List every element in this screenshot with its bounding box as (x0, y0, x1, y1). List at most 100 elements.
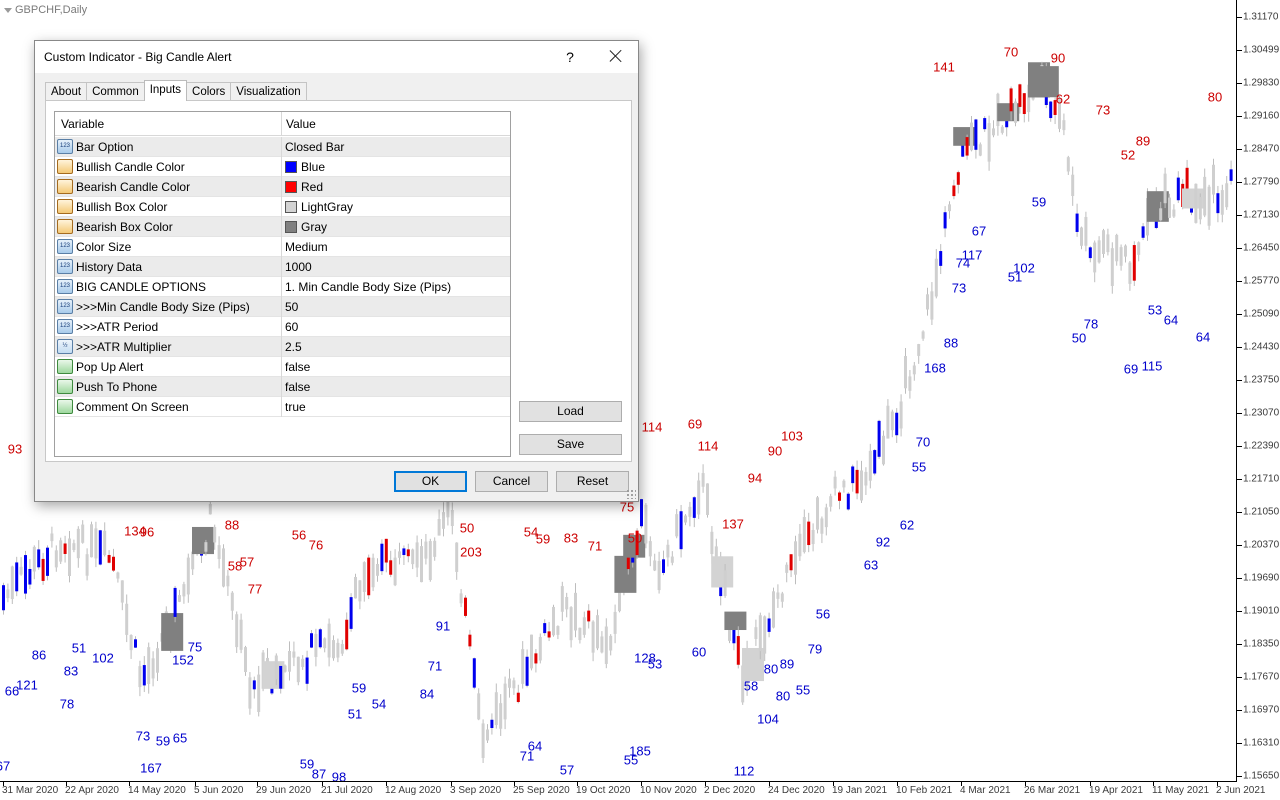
close-icon[interactable] (607, 47, 625, 65)
param-row[interactable]: Bearish Candle Color Red (55, 177, 510, 197)
param-row[interactable]: Push To Phone false (55, 377, 510, 397)
bullish-big-candle (98, 530, 102, 565)
bearish-pip-label: 70 (1003, 44, 1019, 60)
candle (1168, 197, 1171, 218)
param-value-text: LightGray (301, 200, 354, 214)
param-value[interactable]: 1. Min Candle Body Size (Pips) (285, 280, 451, 294)
param-value[interactable]: 50 (285, 300, 298, 314)
bearish-pip-label: 94 (747, 470, 763, 486)
candle (85, 554, 89, 576)
param-value[interactable]: true (285, 400, 306, 414)
bullish-pip-label: 51 (347, 706, 363, 722)
candle (213, 526, 217, 543)
date-tick-label: 12 Aug 2020 (385, 785, 442, 796)
tab-common[interactable]: Common (86, 82, 145, 101)
candle (864, 471, 868, 486)
candle (917, 344, 921, 356)
resize-grip-icon[interactable] (626, 489, 636, 499)
tab-about[interactable]: About (45, 82, 88, 101)
candle (336, 642, 340, 658)
price-tick-label: 1.21710 (1243, 473, 1280, 485)
reset-button[interactable]: Reset (556, 471, 629, 492)
param-value[interactable]: 2.5 (285, 340, 302, 354)
candle (244, 647, 247, 673)
candle (288, 651, 291, 672)
load-button[interactable]: Load (519, 401, 622, 422)
big-candle-box (192, 526, 214, 555)
bearish-pip-label: 114 (641, 419, 663, 435)
column-header-variable[interactable]: Variable (61, 117, 104, 131)
bearish-big-candle (1132, 245, 1136, 281)
candle (604, 626, 608, 664)
param-value[interactable]: Medium (285, 240, 328, 254)
tab-colors[interactable]: Colors (186, 82, 232, 101)
dialog-title: Custom Indicator - Big Candle Alert (44, 50, 232, 64)
param-row[interactable]: 123 History Data 1000 (55, 257, 510, 277)
param-value[interactable]: 60 (285, 320, 298, 334)
param-value[interactable]: Closed Bar (285, 140, 344, 154)
candle (530, 634, 533, 669)
help-button[interactable]: ? (563, 49, 577, 65)
price-axis[interactable]: 1.31170 1.30499 1.29830 1.29160 1.28470 1.277… (1236, 0, 1280, 800)
param-value[interactable]: Gray (285, 220, 327, 234)
candle (424, 541, 428, 559)
param-row[interactable]: 123 >>>ATR Period 60 (55, 317, 510, 337)
candle (657, 560, 661, 591)
candle (868, 450, 872, 481)
param-value[interactable]: Red (285, 180, 323, 194)
candle (904, 356, 907, 389)
date-tick-label: 11 May 2021 (1152, 785, 1210, 796)
bearish-big-candle (736, 636, 740, 665)
candle (354, 577, 357, 599)
save-button[interactable]: Save (519, 434, 622, 455)
bullish-pip-label: 64 (1163, 312, 1179, 328)
param-row[interactable]: 123 Color Size Medium (55, 237, 510, 257)
candle (794, 541, 797, 575)
price-tick-label: 1.16970 (1243, 704, 1280, 716)
param-row[interactable]: Bullish Candle Color Blue (55, 157, 510, 177)
int-type-icon: 123 (57, 239, 73, 254)
date-tick-label: 10 Nov 2020 (640, 785, 697, 796)
param-row[interactable]: Comment On Screen true (55, 397, 510, 417)
param-row[interactable]: Bearish Box Color Gray (55, 217, 510, 237)
candle (248, 677, 252, 709)
param-value[interactable]: 1000 (285, 260, 312, 274)
cancel-button[interactable]: Cancel (475, 471, 548, 492)
tab-inputs[interactable]: Inputs (143, 80, 188, 101)
candle (257, 674, 261, 713)
candle (934, 258, 938, 297)
param-row[interactable]: 123 >>>Min Candle Body Size (Pips) 50 (55, 297, 510, 317)
color-swatch (285, 181, 297, 193)
bullish-big-candle (37, 549, 41, 568)
candle (596, 615, 599, 649)
param-value[interactable]: LightGray (285, 200, 353, 214)
param-row[interactable]: Bullish Box Color LightGray (55, 197, 510, 217)
candle (393, 557, 397, 586)
candle (675, 514, 679, 537)
bearish-big-candle (516, 692, 520, 703)
candle (772, 591, 775, 628)
time-axis[interactable]: 31 Mar 2020 22 Apr 2020 14 May 2020 5 Jun 2… (0, 781, 1266, 800)
column-header-value[interactable]: Value (286, 117, 316, 131)
param-value[interactable]: false (285, 360, 310, 374)
bool-type-icon (57, 379, 73, 394)
param-row[interactable]: ½ >>>ATR Multiplier 2.5 (55, 337, 510, 357)
candle (6, 589, 10, 599)
param-value[interactable]: false (285, 380, 310, 394)
bearish-big-candle (956, 172, 960, 185)
date-tick-label: 2 Jun 2021 (1216, 785, 1266, 796)
bullish-pip-label: 84 (419, 686, 435, 702)
tab-visualization[interactable]: Visualization (230, 82, 307, 101)
param-row[interactable]: 123 BIG CANDLE OPTIONS 1. Min Candle Body … (55, 277, 510, 297)
param-row[interactable]: Pop Up Alert false (55, 357, 510, 377)
param-row[interactable]: 123 Bar Option Closed Bar (55, 137, 510, 157)
ok-button[interactable]: OK (394, 471, 467, 492)
date-tick-label: 10 Feb 2021 (896, 785, 953, 796)
candle (72, 543, 76, 551)
dialog-titlebar[interactable]: Custom Indicator - Big Candle Alert ? (35, 41, 638, 73)
int-type-icon: 123 (57, 299, 73, 314)
param-value[interactable]: Blue (285, 160, 325, 174)
bullish-big-candle (943, 212, 947, 229)
bullish-big-candle (2, 585, 5, 611)
candle (1225, 183, 1229, 208)
